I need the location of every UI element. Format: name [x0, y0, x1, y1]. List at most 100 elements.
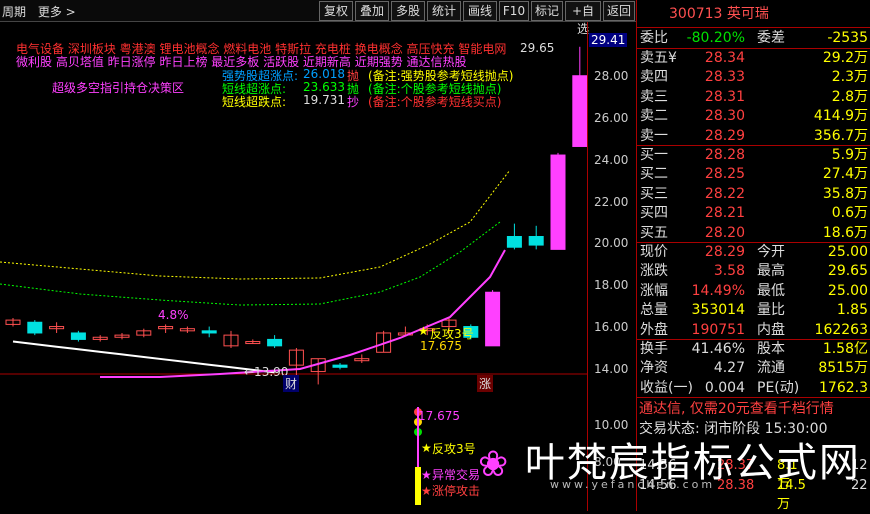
- stat-value: 8515万: [818, 360, 868, 377]
- stat-label: 涨跌: [640, 263, 668, 280]
- period-menu[interactable]: 周期: [2, 5, 26, 19]
- bid-price: 28.28: [704, 147, 745, 163]
- pct-label: 4.8%: [158, 308, 189, 322]
- multi-stock-button[interactable]: 多股: [391, 1, 425, 21]
- stat-label: PE(动): [757, 379, 800, 396]
- upper-band: [0, 169, 511, 280]
- star-icon: ★: [418, 324, 429, 338]
- stat-value: 28.29: [704, 244, 745, 260]
- bid-row: 买五 28.20 18.6万: [637, 224, 870, 243]
- current-price-tag: 29.41: [589, 33, 628, 47]
- bid-volume: 0.6万: [831, 205, 868, 222]
- stat-label: 最高: [757, 263, 785, 280]
- mark-button[interactable]: 标记: [531, 1, 563, 21]
- high-price-marker: 29.65: [520, 41, 555, 55]
- ask-volume: 2.8万: [831, 88, 868, 105]
- toolbar-left: 周期 更多 >: [2, 3, 84, 20]
- weibi-row: 委比 -80.20% 委差 -2535: [637, 29, 870, 48]
- stat-value: 1762.3: [819, 379, 868, 396]
- draw-line-button[interactable]: 画线: [463, 1, 497, 21]
- stat-value: 25.00: [827, 244, 868, 260]
- lower-band: [0, 221, 501, 306]
- stat-value: 3.58: [713, 263, 745, 280]
- stat-value: 353014: [691, 302, 745, 319]
- axis-label-18: 18.00: [594, 278, 629, 292]
- overlay-button[interactable]: 叠加: [355, 1, 389, 21]
- ask-volume: 2.3万: [831, 69, 868, 86]
- ask-label: 卖二: [640, 108, 668, 125]
- star-icon: ★: [421, 468, 432, 482]
- limit-up-tag[interactable]: 涨: [477, 375, 494, 392]
- low-price-marker: ←13.90: [244, 365, 289, 379]
- stat-label: 净资: [640, 360, 668, 377]
- ask-label: 卖三: [640, 88, 668, 105]
- axis-label-14: 14.00: [594, 362, 629, 376]
- fuquan-button[interactable]: 复权: [319, 1, 353, 21]
- stats-button[interactable]: 统计: [427, 1, 461, 21]
- axis-label-26: 26.00: [594, 111, 629, 125]
- candle-body: [70, 332, 86, 340]
- stat-value: 162263: [814, 321, 868, 338]
- signal-value-2: 23.633: [303, 80, 345, 94]
- more-menu[interactable]: 更多 >: [38, 5, 76, 19]
- stat-value: 190751: [691, 321, 745, 338]
- weibi-label: 委比: [640, 30, 668, 46]
- bid-label: 买五: [640, 224, 668, 241]
- ask-row: 卖二 28.30 414.9万: [637, 107, 870, 126]
- finance-tag[interactable]: 财: [283, 375, 300, 392]
- back-button[interactable]: 返回: [603, 1, 635, 21]
- ask-row: 卖三 28.31 2.8万: [637, 88, 870, 107]
- stock-title[interactable]: 300713 英可瑞: [637, 0, 870, 28]
- stat2-row: 收益(一) 0.004 PE(动) 1762.3: [637, 379, 870, 398]
- candle-body: [267, 338, 283, 347]
- stat-label: 收益(一): [640, 379, 693, 396]
- bid-label: 买四: [640, 205, 668, 222]
- stat-label: 今开: [757, 244, 785, 260]
- stat-value: 29.65: [827, 263, 868, 280]
- bid-row: 买三 28.22 35.8万: [637, 185, 870, 204]
- f10-button[interactable]: F10: [499, 1, 529, 21]
- candle-body: [332, 364, 348, 368]
- bid-row: 买四 28.21 0.6万: [637, 204, 870, 223]
- ask-volume: 356.7万: [813, 127, 868, 144]
- signal-label-3: 短线超跌点:: [222, 95, 287, 109]
- axis-label-28: 28.00: [594, 69, 629, 83]
- ask-price: 28.33: [704, 69, 745, 86]
- weicha-label: 委差: [757, 30, 785, 46]
- watermark-url: www.yefanchen.com: [550, 478, 716, 491]
- candle-body: [485, 291, 501, 347]
- stock-name: 英可瑞: [726, 6, 769, 22]
- stat-value: 1.85: [836, 302, 868, 319]
- bid-label: 买二: [640, 166, 668, 183]
- stock-code: 300713: [669, 6, 723, 22]
- bid-row: 买二 28.25 27.4万: [637, 165, 870, 184]
- bid-row: 买一 28.28 5.9万: [637, 146, 870, 165]
- axis-label-22: 22.00: [594, 195, 629, 209]
- bid-volume: 5.9万: [831, 147, 868, 163]
- ask-volume: 29.2万: [822, 50, 868, 66]
- stat-value: 25.00: [827, 282, 868, 299]
- signal-tag-3: 抄: [347, 95, 360, 109]
- ask-row: 卖一 28.29 356.7万: [637, 127, 870, 146]
- axis-label-24: 24.00: [594, 153, 629, 167]
- lower-price-label: 17.675: [418, 409, 460, 423]
- notice-text[interactable]: 通达信, 仅需20元查看千档行情: [639, 398, 834, 418]
- lotus-icon: ❀: [478, 444, 511, 485]
- candle-body: [506, 236, 522, 248]
- axis-label-16: 16.00: [594, 320, 629, 334]
- bid-price: 28.22: [704, 185, 745, 202]
- indicator-title: 超级多空指引持仓决策区: [52, 81, 185, 95]
- stat-row: 涨幅 14.49% 最低 25.00: [637, 282, 870, 301]
- lower-signal-3: 涨停攻击: [432, 484, 481, 498]
- add-watchlist-button[interactable]: +自选: [565, 1, 601, 36]
- stat-row: 外盘 190751 内盘 162263: [637, 321, 870, 340]
- stat-label: 量比: [757, 302, 785, 319]
- candle-body: [550, 154, 566, 250]
- ask-label: 卖五¥: [640, 50, 677, 66]
- star-icon: ★: [421, 484, 432, 498]
- toolbar: 周期 更多 > 复权 叠加 多股 统计 画线 F10 标记 +自选 返回: [0, 0, 636, 36]
- ask-label: 卖一: [640, 127, 668, 144]
- stat-row: 涨跌 3.58 最高 29.65: [637, 262, 870, 281]
- bid-volume: 18.6万: [822, 224, 868, 241]
- bid-price: 28.25: [704, 166, 745, 183]
